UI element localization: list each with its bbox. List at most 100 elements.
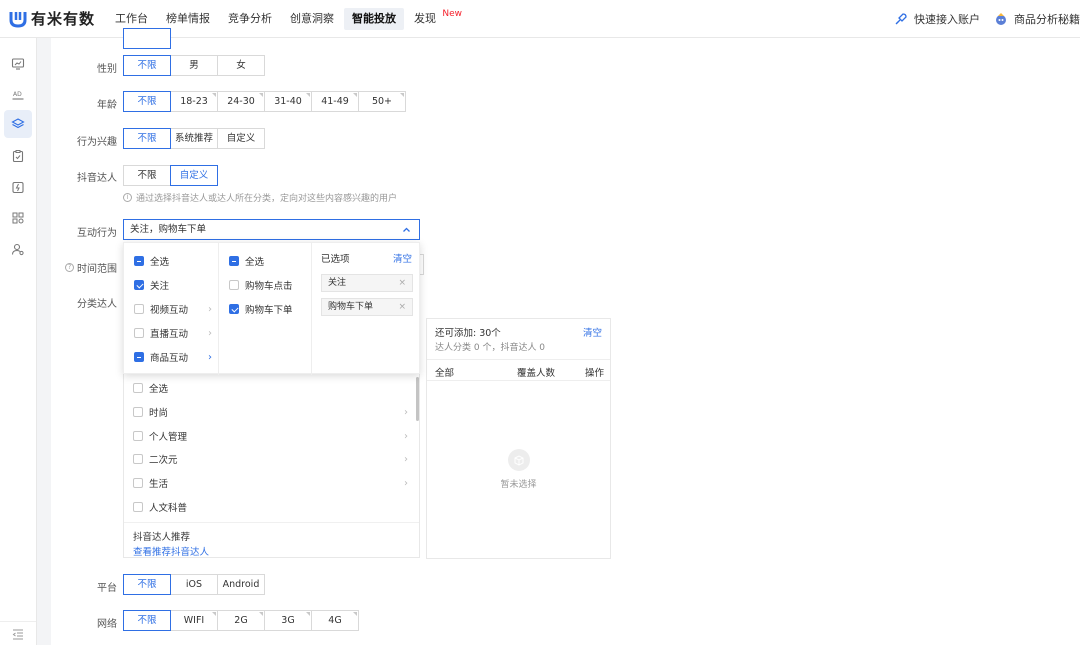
age-option[interactable]: 31-40: [264, 91, 312, 112]
dropdown-option[interactable]: 购物车点击: [229, 278, 307, 292]
time-range-label-text: 时间范围: [77, 264, 117, 275]
category-item[interactable]: 生活 ›: [133, 476, 408, 490]
dropdown-option[interactable]: 关注: [134, 278, 212, 292]
checkbox[interactable]: [229, 256, 239, 266]
clear-selected-button[interactable]: 清空: [583, 325, 602, 339]
checkbox[interactable]: [134, 256, 144, 266]
checkbox[interactable]: [229, 304, 239, 314]
option-label: 不限: [137, 579, 157, 590]
checkbox[interactable]: [229, 280, 239, 290]
option-label: 18-23: [180, 96, 208, 107]
category-item-label: 时尚: [149, 408, 169, 419]
nav-item-1[interactable]: 榜单情报: [158, 8, 218, 30]
option-label: 2G: [234, 615, 248, 626]
platform-option[interactable]: Android: [217, 574, 265, 595]
checkbox[interactable]: [133, 383, 143, 393]
selected-creators-panel: 还可添加: 30个 清空 达人分类 0 个，抖音达人 0 全部 覆盖人数 操作 …: [426, 318, 611, 559]
nav-item-2[interactable]: 竞争分析: [220, 8, 280, 30]
user-settings-icon[interactable]: [4, 235, 32, 263]
option-label: 4G: [328, 615, 342, 626]
collapse-sidebar-button[interactable]: [0, 621, 36, 645]
empty-state-text: 暂未选择: [500, 480, 537, 490]
category-item-label: 个人管理: [149, 432, 188, 443]
remove-tag-icon[interactable]: ×: [398, 275, 406, 291]
main-nav: 工作台 榜单情报 竞争分析 创意洞察 智能投放 发现 New: [107, 7, 462, 30]
category-item[interactable]: 二次元 ›: [133, 452, 408, 466]
category-item[interactable]: 个人管理 ›: [133, 429, 408, 443]
remove-tag-icon[interactable]: ×: [398, 299, 406, 315]
col-coverage: 覆盖人数: [517, 368, 556, 379]
checkbox[interactable]: [133, 431, 143, 441]
quick-connect-account-link[interactable]: 快速接入账户: [894, 11, 980, 27]
checkbox[interactable]: [133, 478, 143, 488]
chart-icon[interactable]: [4, 50, 32, 78]
age-option[interactable]: 不限: [123, 91, 171, 112]
category-item[interactable]: 人文科普: [133, 500, 408, 514]
option-label: 3G: [281, 615, 295, 626]
category-item[interactable]: 全选: [133, 381, 408, 395]
gender-option[interactable]: 男: [170, 55, 218, 76]
gender-option[interactable]: 女: [217, 55, 265, 76]
age-label: 年龄: [97, 100, 117, 111]
selected-tag: 关注 ×: [321, 274, 413, 292]
dropdown-option[interactable]: 直播互动 ›: [134, 326, 212, 340]
nav-item-0[interactable]: 工作台: [107, 8, 156, 30]
logo[interactable]: 有米有数: [8, 8, 95, 29]
network-option[interactable]: 2G: [217, 610, 265, 631]
product-analysis-guide-link[interactable]: 商品分析秘籍: [994, 11, 1080, 27]
checkbox[interactable]: [133, 502, 143, 512]
interest-option[interactable]: 自定义: [217, 128, 265, 149]
option-label: 不限: [137, 170, 157, 181]
nav-item-3[interactable]: 创意洞察: [282, 8, 342, 30]
category-item-label: 全选: [149, 384, 169, 395]
help-icon[interactable]: ?: [65, 263, 74, 272]
platform-option[interactable]: iOS: [170, 574, 218, 595]
category-item-label: 生活: [149, 479, 169, 490]
platform-option[interactable]: 不限: [123, 574, 171, 595]
network-option[interactable]: 不限: [123, 610, 171, 631]
age-option[interactable]: 18-23: [170, 91, 218, 112]
layers-icon[interactable]: [4, 110, 32, 138]
network-option[interactable]: 4G: [311, 610, 359, 631]
checkbox[interactable]: [134, 280, 144, 290]
interaction-select[interactable]: 关注，购物车下单: [123, 219, 420, 240]
dropdown-option-label: 商品互动: [150, 353, 189, 364]
dropdown-option[interactable]: 购物车下单: [229, 302, 307, 316]
network-option[interactable]: 3G: [264, 610, 312, 631]
network-option[interactable]: WIFI: [170, 610, 218, 631]
checkbox[interactable]: [133, 454, 143, 464]
age-option[interactable]: 50+: [358, 91, 406, 112]
checkbox[interactable]: [133, 407, 143, 417]
option-label: WIFI: [183, 615, 205, 626]
dropdown-clear-button[interactable]: 清空: [393, 251, 412, 265]
douyin-creator-option[interactable]: 不限: [123, 165, 171, 186]
dropdown-option[interactable]: 全选: [229, 254, 307, 268]
age-option[interactable]: 24-30: [217, 91, 265, 112]
interest-option[interactable]: 不限: [123, 128, 171, 149]
checkbox[interactable]: [134, 352, 144, 362]
interest-option[interactable]: 系统推荐: [170, 128, 218, 149]
corner-marker-icon: [353, 612, 357, 616]
dropdown-option[interactable]: 商品互动 ›: [134, 350, 212, 364]
checkbox[interactable]: [134, 328, 144, 338]
apps-icon[interactable]: [4, 204, 32, 232]
category-item[interactable]: 时尚 ›: [133, 405, 408, 419]
checkbox[interactable]: [134, 304, 144, 314]
dropdown-column-subitems: 全选购物车点击购物车下单: [219, 243, 312, 375]
selected-tag-label: 购物车下单: [328, 302, 374, 312]
douyin-creator-option[interactable]: 自定义: [170, 165, 218, 186]
flash-icon[interactable]: [4, 173, 32, 201]
dropdown-option[interactable]: 视频互动 ›: [134, 302, 212, 316]
nav-item-4[interactable]: 智能投放: [344, 7, 405, 30]
gender-option[interactable]: 不限: [123, 55, 171, 76]
previous-option-selected[interactable]: [123, 28, 171, 49]
dropdown-option[interactable]: 全选: [134, 254, 212, 268]
clipboard-icon[interactable]: [4, 142, 32, 170]
nav-item-5[interactable]: 发现 New: [406, 8, 462, 30]
ad-icon[interactable]: AD: [4, 81, 32, 109]
info-icon: i: [123, 193, 132, 202]
category-scrollbar[interactable]: [416, 377, 419, 421]
corner-marker-icon: [259, 93, 263, 97]
view-recommended-creators-link[interactable]: 查看推荐抖音达人: [133, 544, 209, 558]
age-option[interactable]: 41-49: [311, 91, 359, 112]
